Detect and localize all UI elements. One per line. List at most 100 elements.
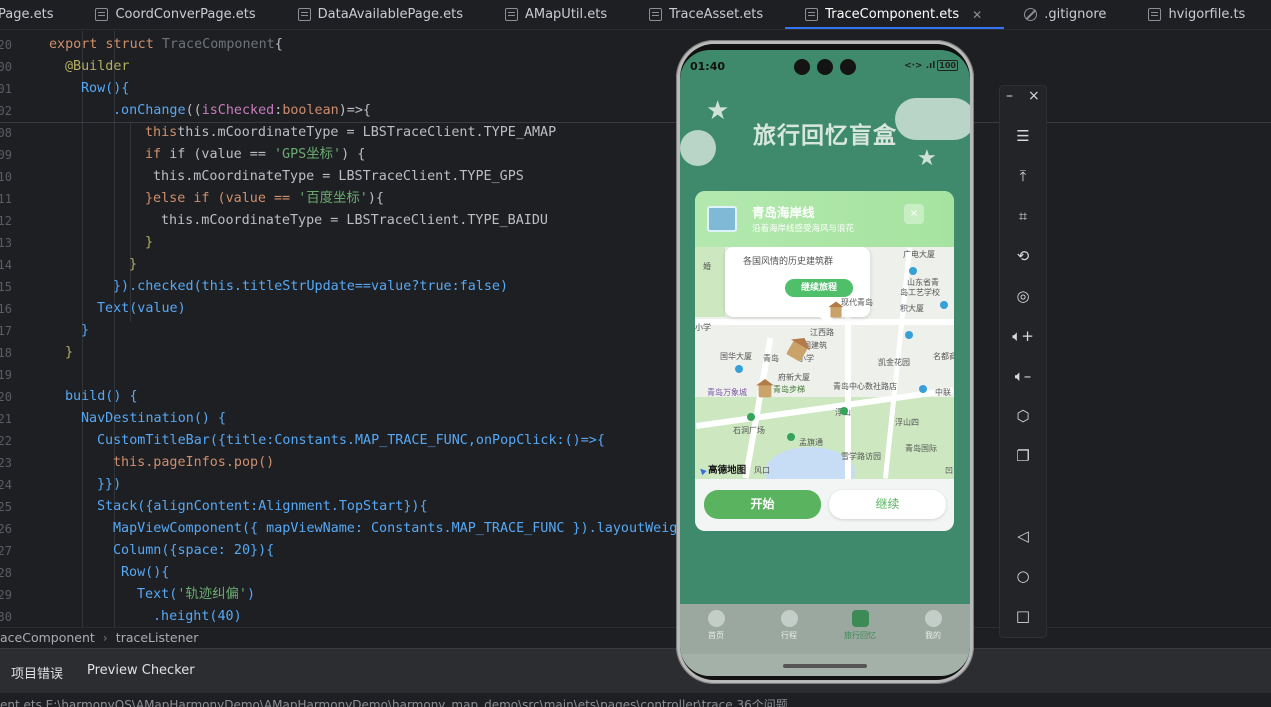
device-status-bar: 01:40 <·> .ıl 100 [680,50,970,82]
close-button[interactable]: × [904,204,924,224]
map-label: 江西路 [810,328,834,337]
map-poi-marker [747,413,755,421]
tab-problems[interactable]: 项目错误 [11,663,63,682]
continue-button[interactable]: 继续 [829,490,946,519]
map-label: 青岛 [763,354,779,363]
code-editor[interactable]: 20 export struct TraceComponent{ 00 @Build… [0,31,1271,627]
close-tab-icon[interactable]: ✕ [972,8,982,22]
map-label: 青岛国际 [905,444,937,453]
breadcrumb-item[interactable]: aceComponent [0,630,95,645]
signal-icon: <·> .ıl [904,61,936,71]
code-line: 23 this.pageInfos.pop() [0,455,275,470]
nav-label: 首页 [708,631,724,640]
breadcrumb-item[interactable]: traceListener [116,630,199,645]
building-marker[interactable] [828,301,844,318]
map-poi-marker [909,267,917,275]
status-time: 01:40 [690,60,726,73]
home-icon[interactable]: ○ [1011,564,1035,588]
page-title: 旅行回忆盲盒 [753,123,897,149]
map-label: 青岛中心数社路店 [833,382,897,391]
trip-icon [780,610,798,627]
map-poi-marker [840,407,848,415]
nav-home[interactable]: 首页 [691,610,741,641]
map-label: 名都商 [933,352,954,361]
tab-amaputil[interactable]: AMapUtil.ets [485,0,629,29]
tab-hvigorfile[interactable]: hvigorfile.ts [1128,0,1267,29]
tab-label: TraceComponent.ets [825,7,960,22]
nav-label: 行程 [781,631,797,640]
code-line: 09 if if (value == 'GPS坐标') { [0,147,366,162]
tab-label: TraceAsset.ets [669,7,764,22]
building-marker[interactable] [756,378,774,398]
map-poi-marker [735,365,743,373]
menu-icon[interactable]: ☰ [1011,124,1035,148]
tab-coordconverpage[interactable]: CoordConverPage.ets [75,0,277,29]
editor-tab-bar: Page.ets CoordConverPage.ets DataAvailab… [0,0,1271,30]
bottom-navigation: 首页 行程 旅行回忆 我的 [680,604,970,654]
file-icon [504,8,518,21]
bubble-text: 各国风情的历史建筑群 [743,257,834,267]
code-line: 18} [0,345,74,360]
map-label: 青岛步梯 [773,385,805,394]
recent-apps-icon[interactable]: □ [1011,604,1035,628]
map-poi-marker [940,301,948,309]
code-line: 19 [0,368,12,382]
map-label: 孟旗通 [799,438,823,447]
nav-trip[interactable]: 行程 [764,610,814,641]
location-thumbnail [707,206,737,232]
home-indicator[interactable] [783,664,867,668]
map-label: 岛工艺学校 [900,288,940,297]
map-label: 府新大厦 [778,373,810,382]
close-button[interactable]: × [1028,88,1040,104]
volume-down-icon[interactable]: 🔈︎– [1011,364,1035,388]
tab-tracecomponent[interactable]: TraceComponent.ets ✕ [785,0,1005,29]
crop-screenshot-icon[interactable]: ⌗ [1011,204,1035,228]
tab-label: hvigorfile.ts [1168,7,1246,22]
map-poi-marker [787,433,795,441]
nav-mine[interactable]: 我的 [908,610,958,641]
back-icon[interactable]: ◁ [1011,524,1035,548]
map-label: 积大厦 [900,304,924,313]
user-icon [924,610,942,627]
tab-label: CoordConverPage.ets [115,7,256,22]
minimize-button[interactable]: – [1006,88,1013,104]
park-area [695,247,725,317]
tab-page[interactable]: Page.ets [0,0,75,29]
breadcrumb: aceComponent › traceListener [0,627,1271,647]
nav-travel-memory[interactable]: 旅行回忆 [835,610,885,641]
map-label: 广电大厦 [903,250,935,259]
volume-up-icon[interactable]: 🔈︎+ [1011,324,1035,348]
code-line: 02 .onChange((isChecked:boolean)=>{ [0,103,371,118]
map-label: 婚 [703,262,711,271]
nav-label: 我的 [925,631,941,640]
pin-top-icon[interactable]: ⤒ [1011,164,1035,188]
ignore-file-icon [1024,8,1038,21]
location-icon[interactable]: ◎ [1011,284,1035,308]
rotate-device-icon[interactable]: ⬡ [1011,404,1035,428]
device-screen[interactable]: 01:40 <·> .ıl 100 ★ ★ 旅行回忆盲盒 青岛海岸线 沿着海岸线感… [680,50,970,676]
file-icon [649,8,663,21]
tab-dataavailablepage[interactable]: DataAvailablePage.ets [278,0,485,29]
map-view[interactable]: 各国风情的历史建筑群 继续旅程 广电大厦 婚 山东省青 岛工艺学校 积大厦 现代… [695,247,954,479]
map-poi-marker [919,385,927,393]
continue-journey-button[interactable]: 继续旅程 [785,279,853,297]
code-line: 20 export struct TraceComponent{ [0,37,283,52]
map-label: 雪学路访园 [841,452,881,461]
start-button[interactable]: 开始 [704,490,821,519]
tab-gitignore[interactable]: .gitignore [1004,0,1128,29]
camera-icon [840,59,856,75]
dialog-title: 青岛海岸线 [752,205,815,220]
tab-traceasset[interactable]: TraceAsset.ets [629,0,785,29]
tab-obfuscation[interactable]: ≡obfuscatio [1267,0,1271,29]
battery-icon: 100 [937,60,958,71]
code-line: 28 Row(){ [0,565,170,580]
map-logo: 高德地图 [699,462,746,476]
fold-device-icon[interactable]: ❐ [1011,444,1035,468]
tab-preview-checker[interactable]: Preview Checker [87,663,195,678]
code-line: 14} [0,257,138,272]
chevron-right-icon: › [102,630,108,645]
tab-label: AMapUtil.ets [524,7,608,22]
code-line: 21 NavDestination() { [0,411,227,426]
rotate-icon[interactable]: ⟲ [1011,244,1035,268]
code-line: 17} [0,323,90,338]
